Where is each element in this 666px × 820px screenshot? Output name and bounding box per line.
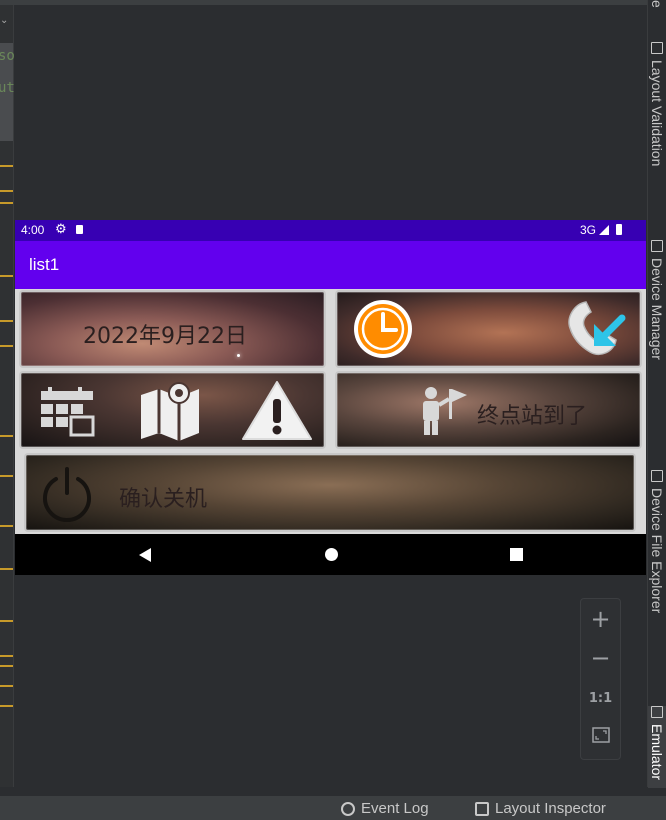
warning-icon — [242, 381, 312, 440]
recents-icon[interactable] — [510, 548, 523, 561]
zoom-one-to-one-button[interactable]: 1:1 — [581, 691, 620, 706]
fit-screen-icon — [591, 727, 610, 743]
code-fragment: so — [0, 48, 15, 64]
app-title: list1 — [29, 255, 60, 274]
event-log-label: Event Log — [361, 800, 429, 817]
fit-screen-button[interactable] — [581, 727, 620, 747]
status-time: 4:00 — [21, 223, 45, 237]
back-icon[interactable] — [139, 548, 151, 562]
gutter-marker — [0, 345, 13, 347]
map-pin-icon — [141, 382, 199, 441]
file-explorer-icon — [651, 470, 663, 482]
shutdown-tile[interactable]: 确认关机 — [26, 455, 634, 530]
gutter-marker — [0, 435, 13, 437]
icons-tile[interactable] — [21, 373, 324, 447]
gutter-marker — [0, 202, 13, 204]
tool-tab-device-manager[interactable]: Device Manager — [648, 240, 666, 360]
layout-validation-icon — [651, 42, 663, 54]
tool-tab-label: e — [649, 0, 665, 8]
gutter-marker — [0, 320, 13, 322]
gutter-marker — [0, 620, 13, 622]
clock-phone-tile[interactable] — [337, 292, 640, 366]
date-tile[interactable]: 2022年9月22日 — [21, 292, 324, 366]
home-icon[interactable] — [325, 548, 338, 561]
android-nav-bar — [15, 534, 646, 575]
zoom-panel: + − 1:1 — [580, 598, 621, 760]
tool-tab-device-file-explorer[interactable]: Device File Explorer — [648, 470, 666, 613]
tool-tab-layout-validation[interactable]: Layout Validation — [648, 42, 666, 166]
tool-tab-label: Layout Validation — [649, 60, 665, 167]
layout-inspector-button[interactable]: Layout Inspector — [475, 800, 606, 817]
gutter-marker — [0, 568, 13, 570]
phone-incoming-icon — [568, 301, 626, 356]
event-log-button[interactable]: Event Log — [341, 800, 429, 817]
layout-inspector-icon — [475, 801, 489, 816]
star-decoration — [237, 354, 240, 357]
gear-icon: ⚙ — [55, 221, 67, 236]
gutter-marker — [0, 655, 13, 657]
tool-tab-label: Emulator — [649, 724, 665, 781]
gutter-marker — [0, 665, 13, 667]
gutter-marker — [0, 475, 13, 477]
shutdown-text: 确认关机 — [119, 487, 208, 512]
gutter-marker — [0, 705, 13, 707]
tool-tab-label: Device Manager — [649, 258, 665, 360]
event-log-icon — [341, 801, 355, 816]
calendar-icon — [41, 387, 95, 437]
zoom-out-button[interactable]: − — [581, 644, 620, 672]
chevron-down-icon[interactable]: ⌄ — [0, 15, 8, 26]
clock-icon — [354, 300, 412, 358]
android-status-bar: 4:00 ⚙ 3G — [15, 220, 646, 241]
app-toolbar: list1 — [15, 241, 646, 289]
tool-tab-top[interactable]: e — [648, 0, 666, 8]
emulator-device-screen[interactable]: 4:00 ⚙ 3G list1 2022年9月22日 终点站到了 确认关机 — [15, 220, 646, 575]
tool-tab-label: Device File Explorer — [649, 488, 665, 614]
battery-icon — [616, 224, 622, 235]
gutter-marker — [0, 165, 13, 167]
editor-gutter: ⌄ so ut — [0, 5, 15, 787]
zoom-in-button[interactable]: + — [581, 605, 620, 633]
ide-top-strip — [0, 0, 666, 5]
gutter-marker — [0, 275, 13, 277]
arrival-text: 终点站到了 — [477, 404, 588, 429]
gutter-marker — [0, 525, 13, 527]
power-icon — [43, 467, 91, 523]
tile-grid: 2022年9月22日 终点站到了 确认关机 — [15, 289, 646, 534]
date-text: 2022年9月22日 — [83, 324, 247, 349]
network-type: 3G — [580, 223, 597, 237]
sd-card-icon — [76, 225, 83, 234]
code-fragment: ut — [0, 80, 15, 96]
arrival-tile[interactable]: 终点站到了 — [337, 373, 640, 447]
emulator-icon — [651, 706, 663, 718]
gutter-marker — [0, 685, 13, 687]
layout-inspector-label: Layout Inspector — [495, 800, 606, 817]
signal-icon — [599, 225, 609, 235]
gutter-marker — [0, 190, 13, 192]
device-manager-icon — [651, 240, 663, 252]
tool-tab-emulator[interactable]: Emulator — [648, 706, 666, 788]
status-bar-bottom: Event Log Layout Inspector — [0, 795, 666, 820]
person-flag-icon — [423, 387, 467, 435]
